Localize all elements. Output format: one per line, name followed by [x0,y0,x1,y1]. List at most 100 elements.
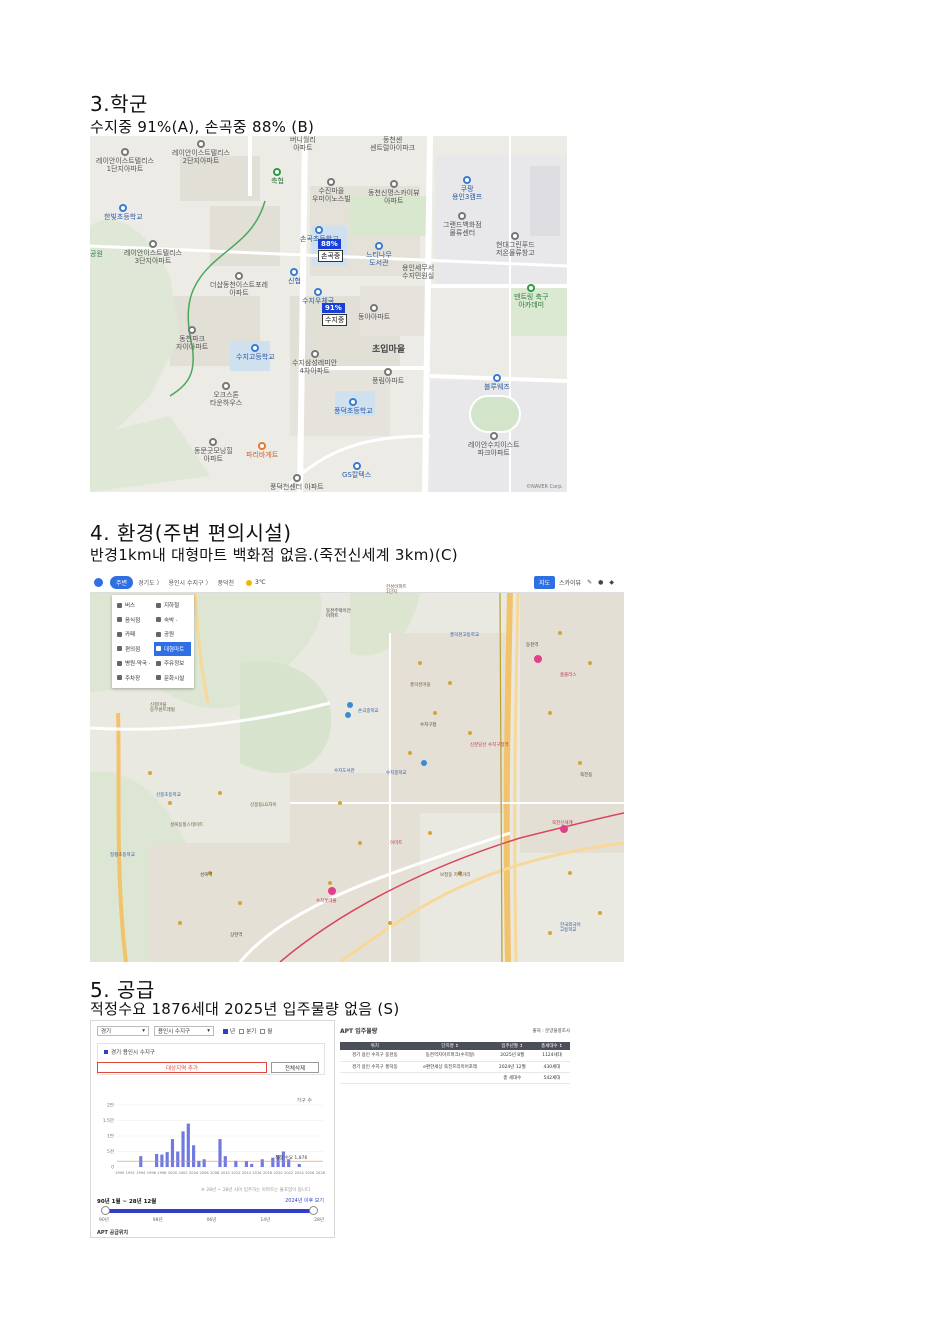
slider-end-handle[interactable] [309,1206,318,1215]
poi-apartment[interactable]: 레이안이스트텔리스 1단지아파트 [96,148,154,173]
col-header-move-in[interactable]: 입주년월 ↕ [490,1042,534,1050]
street-view-icon[interactable]: ● [598,579,603,586]
section-subtitle-school: 수지중 91%(A), 손곡중 88% (B) [90,118,315,136]
poi-library[interactable]: 느티나무 도서관 [366,242,392,267]
poi-apartment[interactable]: 풍림아파트 [372,368,404,385]
slider-tick: 98년 [152,1218,163,1223]
poi-apartment[interactable]: 동천신명스카이뷰 아파트 [368,180,420,205]
col-header-complex[interactable]: 단지명 ↕ [409,1042,491,1050]
menu-item-hospital[interactable]: 병원·약국 · [115,656,152,671]
poi-apartment[interactable]: 수지삼성레미안 4차아파트 [292,350,337,375]
poi-apartment[interactable]: 레이안이스트텔리스 2단지아파트 [172,140,230,165]
quarter-checkbox[interactable] [239,1028,245,1034]
poi-school[interactable]: 한빛초등학교 [104,204,143,221]
add-region-button[interactable]: 대상지역 추가 [97,1062,267,1073]
region-chip[interactable]: 경기 용인시 수지구 [111,1050,155,1056]
menu-item-convenience[interactable]: 편의점 [115,642,152,657]
poi-logistics[interactable]: 쿠팡 용인3캠프 [452,176,482,201]
cell-total-label: 총 세대수 [490,1072,534,1084]
section-heading-school: 3.학군 [90,92,148,116]
table-row[interactable]: 경기 용인 수지구 풍덕동 e편한세상 죽전프리미어포레 2024년 12월 4… [340,1061,570,1073]
poi-bank[interactable]: 축협 [271,168,284,185]
menu-item-park[interactable]: 공원 [154,627,191,642]
nearby-button[interactable]: 주변 [110,576,134,589]
slider-tick: 06년 [206,1218,217,1223]
menu-item-parking[interactable]: 주차장 [115,671,152,686]
amenities-map[interactable]: 주변 경기도 〉 용인시 수지구 〉 풍덕천 3℃ 지도 스카이뷰 ✎ ● ◆ … [90,573,624,962]
tools-icon[interactable]: ✎ [587,579,592,586]
menu-item-lodging[interactable]: 숙박 · [154,613,191,628]
poi-tax-office[interactable]: 용인세무서 수지민원실 [402,264,434,280]
breadcrumb-city[interactable]: 용인시 수지구 〉 [169,578,212,587]
map-label: 상현역 [230,933,243,938]
menu-item-gas[interactable]: 주유정보 [154,656,191,671]
delete-all-button[interactable]: 전체삭제 [271,1062,319,1073]
bar [223,1156,227,1167]
year-checkbox[interactable] [223,1028,228,1034]
poi-park[interactable]: 공원 [90,250,103,258]
school-flag-suji[interactable]: 91% 수지중 [322,303,348,326]
period-slider-track[interactable] [105,1209,313,1213]
poi-blue-place[interactable]: 블루웨즈 [484,374,510,391]
x-tick-label: 1998 [157,1171,167,1175]
poi-apartment[interactable]: 동천센 센트럴아이파크 [370,136,415,152]
restaurant-icon [117,617,122,623]
school-flag-songok[interactable]: 88% 손곡중 [318,239,344,262]
map-toolbar: 주변 경기도 〉 용인시 수지구 〉 풍덕천 3℃ 지도 스카이뷰 ✎ ● ◆ [90,573,624,593]
building-icon [188,326,197,334]
school-district-map[interactable]: 레이안이스트텔리스 1단지아파트 레이안이스트텔리스 2단지아파트 버니월리 아파트 … [90,136,567,492]
hospital-icon [117,660,122,666]
poi-school[interactable]: 수지고등학교 [236,344,275,361]
province-select[interactable]: 경기 ▾ [97,1026,149,1036]
poi-sports[interactable]: 덴트링 축구 아카데미 [514,284,548,309]
map-label: 신봉마을 동부센트레빌 [150,703,175,713]
place-icon [492,374,501,382]
poi-apartment[interactable]: 동아아파트 [358,304,390,321]
parking-icon [117,675,122,681]
map-label: 수지롯데몰 [316,899,337,904]
supply-panel: 경기 ▾ 용인시 수지구 ▾ 년 분기 월 경기 용인시 수지구 대상지역 추가 전… [90,1020,335,1238]
menu-item-subway[interactable]: 지하철 [154,598,191,613]
poi-apartment[interactable]: 레이안이스트텔리스 3단지아파트 [124,240,182,265]
menu-item-mart[interactable]: 대형마트 [154,641,191,656]
poi-apartment[interactable]: 동문굿모닝힐 아파트 [194,438,233,463]
poi-apartment[interactable]: 수진마을 우미이노스빌 [312,178,351,203]
view-after-2024-link[interactable]: 2024년 이후 보기 [285,1197,324,1204]
poi-bank[interactable]: 신협 [288,268,301,285]
breadcrumb-province[interactable]: 경기도 〉 [138,578,162,587]
x-tick-label: 2014 [242,1171,252,1175]
slider-start-handle[interactable] [101,1206,110,1215]
month-checkbox[interactable] [260,1028,266,1034]
poi-townhouse[interactable]: 오크스톤 타운하우스 [210,382,242,407]
menu-item-culture[interactable]: 문화시설 [154,671,191,686]
poi-gas-station[interactable]: GS칼텍스 [342,462,371,479]
poi-bakery[interactable]: 파리바게트 [246,442,278,459]
poi-apartment[interactable]: 더샵동천이스트포레 아파트 [210,272,268,297]
map-label: 풍덕천고등학교 [450,633,479,638]
layers-icon[interactable]: ◆ [609,579,614,586]
apt-table: 위치 단지명 ↕ 입주년월 ↕ 총세대수 ↕ 경기 용인 수지구 동천동 동천역… [340,1042,570,1084]
menu-item-cafe[interactable]: 카페 [115,627,152,642]
menu-item-bus[interactable]: 버스 [115,598,152,613]
menu-item-restaurant[interactable]: 음식점 [115,613,152,628]
x-tick-label: 2004 [189,1171,199,1175]
skyview-button[interactable]: 스카이뷰 [559,578,581,587]
poi-logistics[interactable]: 그랜드백화점 물류센터 [443,212,482,237]
cell-complex: 동천역지아르파크(수지형) [409,1050,491,1062]
poi-apartment[interactable]: 레이안수지이스트 파크아파트 [468,432,520,457]
table-row[interactable]: 경기 용인 수지구 동천동 동천역지아르파크(수지형) 2025년 8월 112… [340,1050,570,1062]
poi-apartment[interactable]: 버니월리 아파트 [290,136,316,152]
col-header-households[interactable]: 총세대수 ↕ [533,1042,570,1050]
map-mode-button[interactable]: 지도 [533,576,555,589]
poi-school[interactable]: 풍덕초등학교 [334,398,373,415]
district-select[interactable]: 용인시 수지구 ▾ [154,1026,214,1036]
bar [192,1145,196,1167]
poi-warehouse[interactable]: 현대그린푸드 저온물류창고 [496,232,535,257]
map-label: 수지중학교 [386,771,407,776]
col-header-location[interactable]: 위치 [340,1042,410,1050]
breadcrumb-dong[interactable]: 풍덕천 [217,578,234,587]
poi-apartment[interactable]: 풍덕천센터 아파트 [270,474,324,491]
y-tick-label: 1.5만 [103,1117,114,1124]
location-icon[interactable] [94,578,103,587]
poi-apartment[interactable]: 동천파크 자이아파트 [176,326,208,351]
